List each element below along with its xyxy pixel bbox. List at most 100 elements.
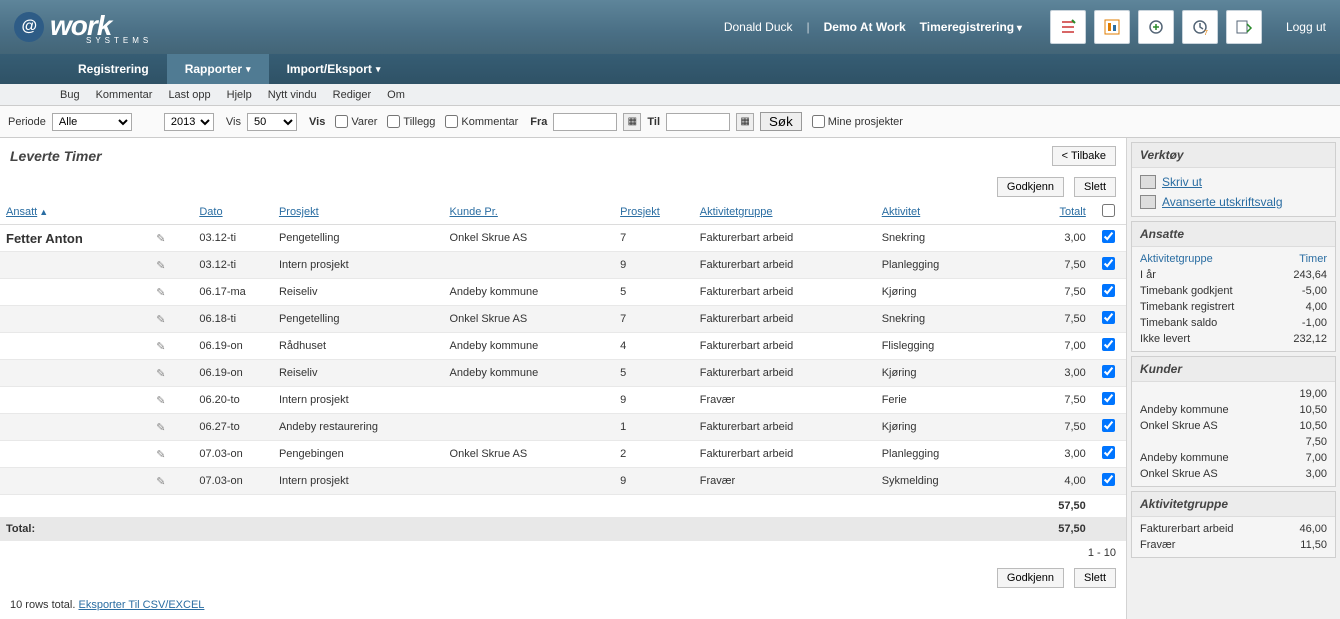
approve-button-top[interactable]: Godkjenn (997, 177, 1064, 197)
back-button[interactable]: < Tilbake (1052, 146, 1116, 166)
edit-icon[interactable]: ✎ (154, 232, 168, 245)
chk-tillegg[interactable]: Tillegg (387, 115, 435, 128)
til-input[interactable] (666, 113, 730, 131)
grand-label: Total: (0, 518, 1012, 541)
row-checkbox[interactable] (1102, 338, 1115, 351)
cell-dato: 06.19-on (193, 333, 273, 360)
menu-bug[interactable]: Bug (60, 89, 80, 101)
col-aktivitet[interactable]: Aktivitet (882, 206, 921, 218)
row-checkbox[interactable] (1102, 257, 1115, 270)
edit-icon[interactable]: ✎ (154, 475, 168, 488)
row-checkbox[interactable] (1102, 392, 1115, 405)
cell-tot: 3,00 (1012, 441, 1092, 468)
kv-val: 19,00 (1283, 386, 1327, 402)
menu-nytt-vindu[interactable]: Nytt vindu (268, 89, 317, 101)
search-button[interactable]: Søk (760, 112, 802, 131)
chk-kommentar[interactable]: Kommentar (445, 115, 518, 128)
logout-link[interactable]: Logg ut (1286, 20, 1326, 34)
edit-icon[interactable]: ✎ (154, 313, 168, 326)
cell-grp: Fakturerbart arbeid (694, 252, 876, 279)
edit-icon[interactable]: ✎ (154, 367, 168, 380)
col-aktgruppe[interactable]: Aktivitetgruppe (700, 206, 773, 218)
edit-icon[interactable]: ✎ (154, 340, 168, 353)
cell-kunde: Onkel Skrue AS (444, 306, 615, 333)
cell-prosjekt: Reiseliv (273, 279, 444, 306)
nav-item-import/eksport[interactable]: Import/Eksport (269, 54, 399, 84)
col-dato[interactable]: Dato (199, 206, 222, 218)
kv-val: 10,50 (1283, 402, 1327, 418)
row-checkbox[interactable] (1102, 419, 1115, 432)
menu-last-opp[interactable]: Last opp (168, 89, 210, 101)
row-checkbox[interactable] (1102, 473, 1115, 486)
col-kunde[interactable]: Kunde Pr. (450, 206, 498, 218)
kv-val: 7,00 (1283, 450, 1327, 466)
menu-kommentar[interactable]: Kommentar (96, 89, 153, 101)
cell-kunde: Andeby kommune (444, 360, 615, 387)
period-select[interactable]: Alle (52, 113, 132, 131)
nav-item-registrering[interactable]: Registrering (60, 54, 167, 84)
kv-key: Onkel Skrue AS (1140, 466, 1283, 482)
menu-om[interactable]: Om (387, 89, 405, 101)
col-prosjekt[interactable]: Prosjekt (279, 206, 319, 218)
row-checkbox[interactable] (1102, 311, 1115, 324)
calendar-icon[interactable]: ▦ (623, 113, 641, 131)
toolbar-icon-4[interactable]: 7 (1182, 10, 1218, 44)
ansatte-col1: Aktivitetgruppe (1140, 251, 1278, 267)
side-kunder-title: Kunder (1132, 357, 1335, 382)
approve-button-bottom[interactable]: Godkjenn (997, 568, 1064, 588)
nav-item-rapporter[interactable]: Rapporter (167, 54, 269, 84)
toolbar-icon-2[interactable] (1094, 10, 1130, 44)
menu-hjelp[interactable]: Hjelp (227, 89, 252, 101)
calendar-icon[interactable]: ▦ (736, 113, 754, 131)
row-checkbox[interactable] (1102, 230, 1115, 243)
toolbar-icon-3[interactable] (1138, 10, 1174, 44)
kv-key: Fravær (1140, 537, 1284, 553)
kv-val: -5,00 (1278, 283, 1327, 299)
kv-val: 243,64 (1278, 267, 1327, 283)
export-link[interactable]: Eksporter Til CSV/EXCEL (78, 599, 204, 611)
header-company[interactable]: Demo At Work (824, 20, 906, 34)
print-link[interactable]: Skriv ut (1140, 172, 1327, 192)
print-icon (1140, 195, 1156, 209)
edit-icon[interactable]: ✎ (154, 259, 168, 272)
row-checkbox[interactable] (1102, 284, 1115, 297)
chk-varer-label: Varer (351, 116, 377, 128)
cell-kunde (444, 252, 615, 279)
cell-prosjekt: Pengetelling (273, 225, 444, 252)
adv-print-link[interactable]: Avanserte utskriftsvalg (1140, 192, 1327, 212)
cell-kunde: Onkel Skrue AS (444, 441, 615, 468)
toolbar-icon-1[interactable] (1050, 10, 1086, 44)
table-row: ✎07.03-onIntern prosjekt9FraværSykmeldin… (0, 468, 1126, 495)
fra-input[interactable] (553, 113, 617, 131)
edit-icon[interactable]: ✎ (154, 421, 168, 434)
logo-badge-icon: @ (14, 12, 44, 42)
count-select[interactable]: 50 (247, 113, 297, 131)
select-all-checkbox[interactable] (1102, 204, 1115, 217)
year-select[interactable]: 2013 (164, 113, 214, 131)
pagination: 1 - 10 (0, 541, 1126, 565)
edit-icon[interactable]: ✎ (154, 394, 168, 407)
col-prosjekt2[interactable]: Prosjekt (620, 206, 660, 218)
cell-kunde (444, 414, 615, 441)
cell-dato: 06.17-ma (193, 279, 273, 306)
delete-button-top[interactable]: Slett (1074, 177, 1116, 197)
main-nav: RegistreringRapporterImport/Eksport (0, 54, 1340, 84)
delete-button-bottom[interactable]: Slett (1074, 568, 1116, 588)
fra-label: Fra (530, 116, 547, 128)
header-module-dropdown[interactable]: Timeregistrering (920, 20, 1022, 34)
col-totalt[interactable]: Totalt (1060, 206, 1086, 218)
row-checkbox[interactable] (1102, 446, 1115, 459)
cell-dato: 07.03-on (193, 468, 273, 495)
chk-mine[interactable]: Mine prosjekter (812, 115, 903, 128)
col-ansatt[interactable]: Ansatt (6, 206, 37, 218)
chk-mine-label: Mine prosjekter (828, 116, 903, 128)
chk-varer[interactable]: Varer (335, 115, 377, 128)
toolbar-icon-5[interactable] (1226, 10, 1262, 44)
side-ansatte: Ansatte AktivitetgruppeTimer I år243,64T… (1131, 221, 1336, 352)
menubar: Bug Kommentar Last opp Hjelp Nytt vindu Redig… (0, 84, 1340, 106)
row-checkbox[interactable] (1102, 365, 1115, 378)
edit-icon[interactable]: ✎ (154, 448, 168, 461)
menu-rediger[interactable]: Rediger (333, 89, 372, 101)
edit-icon[interactable]: ✎ (154, 286, 168, 299)
table-row: ✎06.20-toIntern prosjekt9FraværFerie7,50 (0, 387, 1126, 414)
